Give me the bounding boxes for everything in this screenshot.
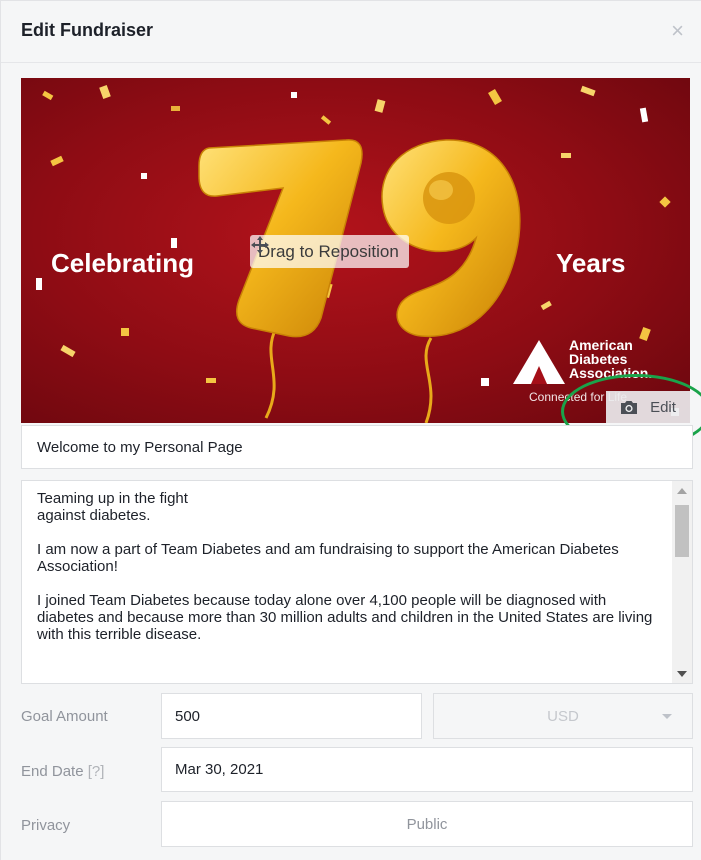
privacy-select[interactable]: Public [161, 801, 693, 847]
drag-to-reposition-label: Drag to Reposition [258, 241, 399, 261]
edit-fundraiser-dialog: Edit Fundraiser × Celebrating Years Drag… [0, 0, 701, 860]
story-paragraph: Teaming up in the fight against diabetes… [37, 490, 188, 524]
dialog-header: Edit Fundraiser × [1, 1, 701, 63]
goal-amount-input[interactable]: 500 [161, 693, 422, 739]
edit-cover-photo-button[interactable]: Edit [606, 391, 690, 423]
ada-wordmark-line-3: Association. [569, 365, 653, 381]
cover-text-celebrating: Celebrating [51, 248, 195, 278]
end-date-input[interactable]: Mar 30, 2021 [161, 747, 693, 792]
story-scrollbar[interactable] [672, 481, 692, 683]
edit-cover-label: Edit [650, 398, 676, 416]
fundraiser-title-input[interactable]: Welcome to my Personal Page [21, 425, 693, 469]
cover-photo[interactable]: Celebrating Years Drag to Reposition Ame… [21, 78, 690, 423]
ada-wordmark: American Diabetes Association. [569, 338, 652, 380]
end-date-label: End Date [?] [21, 763, 104, 780]
cover-text-years: Years [556, 248, 626, 278]
ada-triangle-cutout [531, 366, 547, 384]
fundraiser-story-textarea[interactable]: Teaming up in the fight against diabetes… [21, 480, 693, 684]
scroll-thumb[interactable] [675, 505, 689, 557]
goal-amount-label: Goal Amount [21, 708, 108, 725]
story-text: Teaming up in the fight against diabetes… [37, 490, 667, 660]
dialog-title: Edit Fundraiser [21, 20, 154, 40]
end-date-help-link[interactable]: [?] [88, 763, 105, 780]
camera-icon [621, 400, 638, 414]
ada-wordmark-line-1: American [569, 337, 633, 353]
story-paragraph: I joined Team Diabetes because today alo… [37, 592, 653, 643]
scroll-down-arrow-icon[interactable] [677, 671, 687, 677]
scroll-up-arrow-icon[interactable] [677, 488, 687, 494]
drag-to-reposition-button[interactable]: Drag to Reposition [250, 235, 409, 268]
end-date-label-text: End Date [21, 763, 84, 780]
chevron-down-icon [662, 714, 672, 719]
privacy-label: Privacy [21, 817, 71, 834]
ada-wordmark-line-2: Diabetes [569, 351, 628, 367]
story-paragraph: I am now a part of Team Diabetes and am … [37, 541, 619, 575]
currency-value: USD [547, 707, 579, 725]
close-icon[interactable]: × [671, 20, 684, 42]
move-arrows-icon [251, 236, 269, 254]
currency-select[interactable]: USD [433, 693, 693, 739]
